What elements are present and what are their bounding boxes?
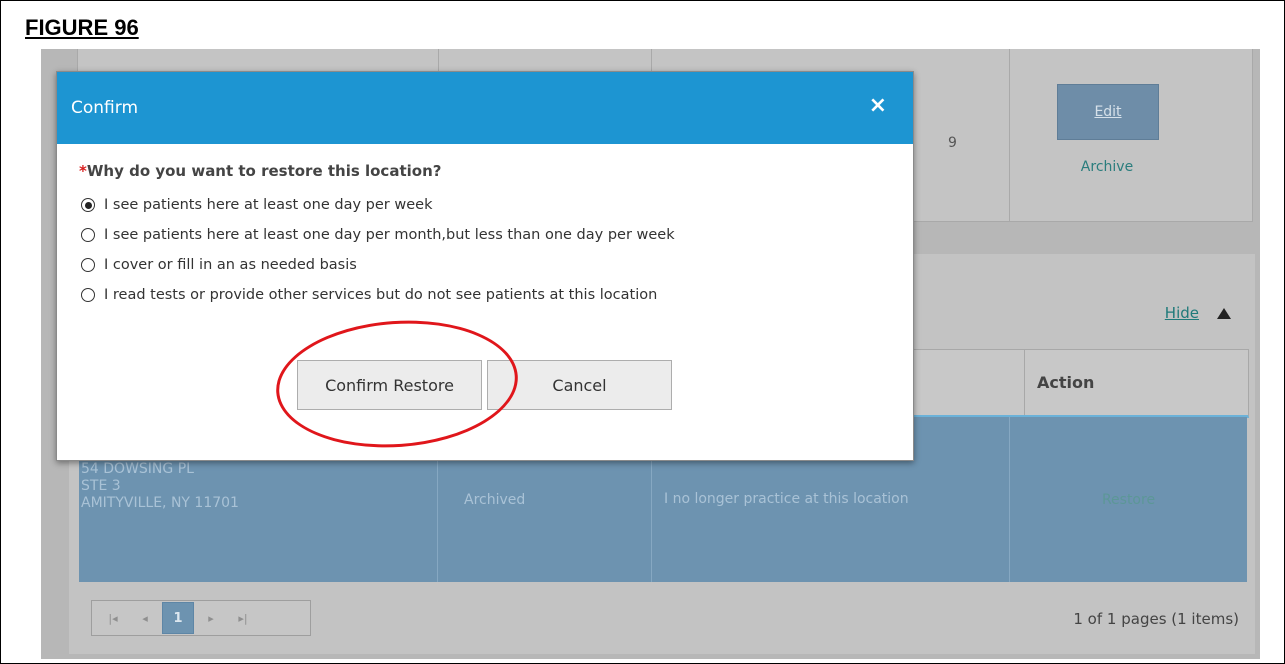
first-page-button[interactable]: |◂ [98,603,128,633]
action-column-header: Action [1024,350,1248,415]
figure-title: FIGURE 96 [25,15,139,40]
reason-option[interactable]: I read tests or provide other services b… [81,280,675,310]
restore-question: *Why do you want to restore this locatio… [79,162,441,180]
hide-toggle[interactable]: Hide [1165,304,1231,322]
option-label: I see patients here at least one day per… [104,197,433,213]
reason-option[interactable]: I see patients here at least one day per… [81,220,675,250]
pager: |◂ ◂ 1 ▸ ▸| [91,600,311,636]
last-page-button[interactable]: ▸| [228,603,258,633]
next-page-button[interactable]: ▸ [196,603,226,633]
page-info: 1 of 1 pages (1 items) [1073,610,1239,628]
option-label: I see patients here at least one day per… [104,227,675,243]
dialog-header: Confirm × [57,72,913,144]
radio-button[interactable] [81,288,95,302]
card-action-cell: Edit Archive [1009,49,1252,221]
close-icon[interactable]: × [869,94,887,118]
option-label: I read tests or provide other services b… [104,287,658,303]
confirm-restore-button[interactable]: Confirm Restore [297,360,482,410]
prev-page-button[interactable]: ◂ [130,603,160,633]
address-line: STE 3 [81,478,121,494]
radio-button[interactable] [81,228,95,242]
reason-options: I see patients here at least one day per… [81,190,675,310]
edit-button[interactable]: Edit [1057,84,1159,140]
reason-option[interactable]: I see patients here at least one day per… [81,190,675,220]
address-line: AMITYVILLE, NY 11701 [81,495,239,511]
radio-button[interactable] [81,258,95,272]
confirm-dialog: Confirm × *Why do you want to restore th… [56,71,914,461]
reason-option[interactable]: I cover or fill in an as needed basis [81,250,675,280]
hide-link[interactable]: Hide [1165,304,1199,322]
cancel-button[interactable]: Cancel [487,360,672,410]
collapse-triangle-icon[interactable] [1217,307,1231,319]
radio-button-selected[interactable] [81,198,95,212]
card-partial-text: 9 [948,135,957,151]
address-line: 54 DOWSING PL [81,461,194,477]
question-text: Why do you want to restore this location… [86,162,442,180]
option-label: I cover or fill in an as needed basis [104,257,357,273]
archive-link[interactable]: Archive [1057,159,1157,175]
page-1-button[interactable]: 1 [162,602,194,634]
dialog-title: Confirm [71,98,139,118]
restore-link[interactable]: Restore [1009,417,1247,582]
required-marker: * [79,162,87,180]
pager-row: |◂ ◂ 1 ▸ ▸| 1 of 1 pages (1 items) [79,584,1247,644]
figure-frame: FIGURE 96 9 Edit Archive Hide Action 54 … [0,0,1285,664]
